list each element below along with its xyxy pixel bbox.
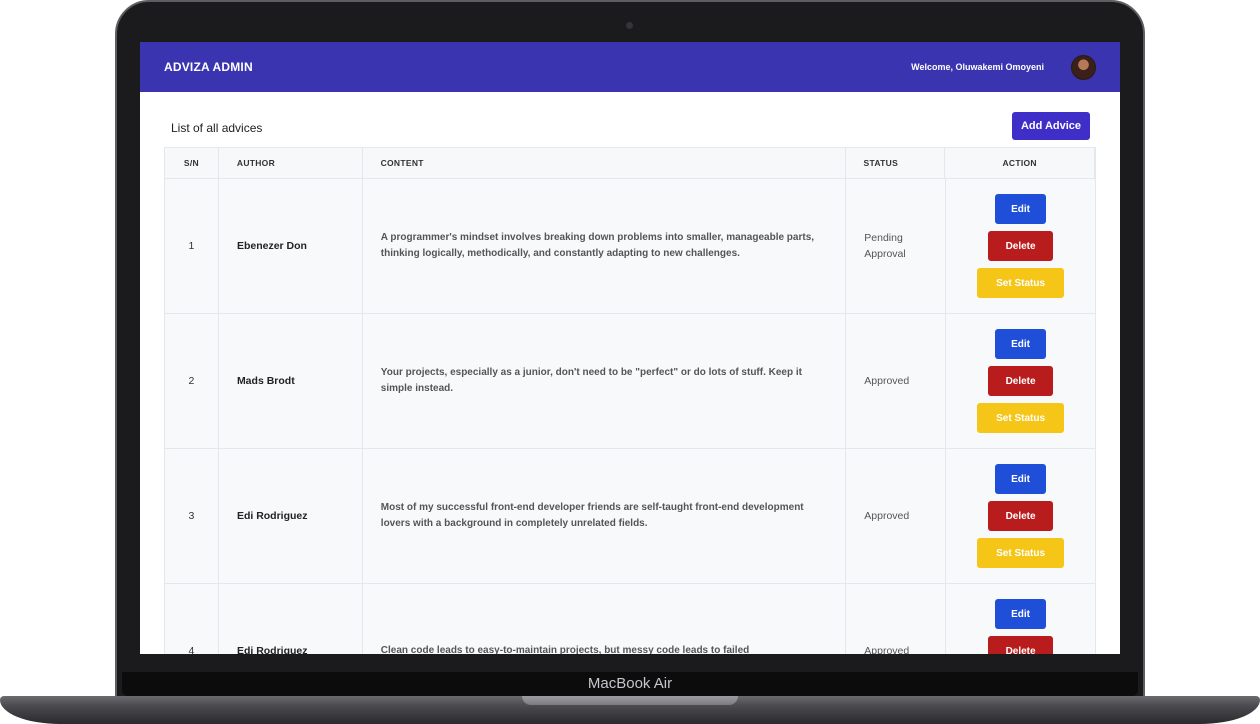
screen: ADVIZA ADMIN Welcome, Oluwakemi Omoyeni … xyxy=(140,42,1120,654)
advice-list-card: List of all advices Add Advice S/N AUTHO… xyxy=(164,112,1096,654)
edit-button[interactable]: Edit xyxy=(995,599,1047,629)
edit-button[interactable]: Edit xyxy=(995,194,1047,224)
delete-button[interactable]: Delete xyxy=(988,636,1054,654)
column-header-author: AUTHOR xyxy=(219,148,363,178)
welcome-text: Welcome, Oluwakemi Omoyeni xyxy=(911,62,1044,72)
set-status-button[interactable]: Set Status xyxy=(977,268,1065,298)
camera-icon xyxy=(626,22,633,29)
delete-button[interactable]: Delete xyxy=(988,366,1054,396)
column-header-content: CONTENT xyxy=(363,148,846,178)
table-row: 2 Mads Brodt Your projects, especially a… xyxy=(164,314,1096,449)
table-header: S/N AUTHOR CONTENT STATUS ACTION xyxy=(164,147,1096,179)
row-sn: 4 xyxy=(165,584,219,654)
edit-button[interactable]: Edit xyxy=(995,329,1047,359)
row-sn: 2 xyxy=(165,314,219,448)
top-navbar: ADVIZA ADMIN Welcome, Oluwakemi Omoyeni xyxy=(140,42,1120,92)
table-row: 3 Edi Rodriguez Most of my successful fr… xyxy=(164,449,1096,584)
row-actions: Edit Delete Set Status xyxy=(946,449,1096,583)
row-content: A programmer's mindset involves breaking… xyxy=(363,179,847,313)
column-header-action: ACTION xyxy=(945,148,1095,178)
avatar[interactable] xyxy=(1071,55,1096,80)
row-author: Ebenezer Don xyxy=(219,179,363,313)
add-advice-button[interactable]: Add Advice xyxy=(1012,112,1090,140)
row-actions: Edit Delete Set Status xyxy=(946,179,1096,313)
row-content: Your projects, especially as a junior, d… xyxy=(363,314,847,448)
column-header-sn: S/N xyxy=(165,148,219,178)
app-title: ADVIZA ADMIN xyxy=(164,60,253,74)
row-author: Edi Rodriguez xyxy=(219,449,363,583)
device-brand-label: MacBook Air xyxy=(587,675,673,692)
table-row: 4 Edi Rodriguez Clean code leads to easy… xyxy=(164,584,1096,654)
row-actions: Edit Delete Set Status xyxy=(946,314,1096,448)
laptop-notch xyxy=(522,696,738,705)
row-content: Most of my successful front-end develope… xyxy=(363,449,847,583)
row-sn: 3 xyxy=(165,449,219,583)
row-actions: Edit Delete Set Status xyxy=(946,584,1096,654)
row-status: Approved xyxy=(846,584,947,654)
set-status-button[interactable]: Set Status xyxy=(977,403,1065,433)
edit-button[interactable]: Edit xyxy=(995,464,1047,494)
row-sn: 1 xyxy=(165,179,219,313)
row-author: Mads Brodt xyxy=(219,314,363,448)
row-content: Clean code leads to easy-to-maintain pro… xyxy=(363,584,847,654)
row-status: Approved xyxy=(846,314,947,448)
advice-table: S/N AUTHOR CONTENT STATUS ACTION 1 Ebene… xyxy=(164,147,1096,654)
delete-button[interactable]: Delete xyxy=(988,501,1054,531)
set-status-button[interactable]: Set Status xyxy=(977,538,1065,568)
row-author: Edi Rodriguez xyxy=(219,584,363,654)
delete-button[interactable]: Delete xyxy=(988,231,1054,261)
row-status: Pending Approval xyxy=(846,179,947,313)
column-header-status: STATUS xyxy=(846,148,946,178)
row-status: Approved xyxy=(846,449,947,583)
table-row: 1 Ebenezer Don A programmer's mindset in… xyxy=(164,179,1096,314)
page-title: List of all advices xyxy=(171,121,263,135)
